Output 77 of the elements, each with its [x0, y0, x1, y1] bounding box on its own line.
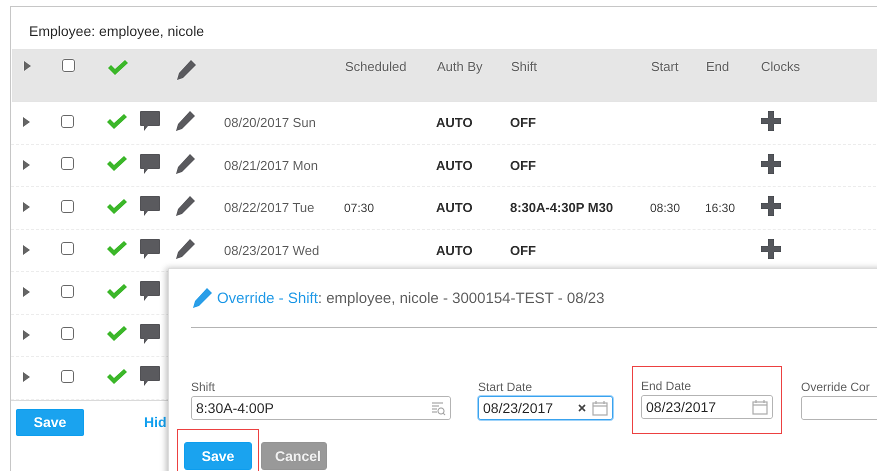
row-checkbox[interactable]: [61, 157, 74, 170]
save-button[interactable]: Save: [16, 408, 84, 436]
row-checkbox[interactable]: [61, 200, 74, 213]
row-checkbox[interactable]: [61, 242, 74, 256]
auth-cell-text: AUTO: [436, 242, 474, 258]
date-field[interactable]: 08/23/2017: [478, 396, 613, 420]
expand-arrow-icon[interactable]: [23, 330, 30, 340]
column-header: End: [706, 59, 730, 74]
pencil-icon[interactable]: [175, 59, 197, 81]
column-header: Scheduled: [345, 59, 408, 74]
field-label: End Date: [641, 379, 692, 393]
comment-icon[interactable]: [139, 365, 161, 388]
field-label: Start Date: [478, 380, 534, 394]
auth-cell-text: AUTO: [436, 115, 474, 130]
add-icon[interactable]: [760, 152, 782, 175]
comment-icon[interactable]: [139, 152, 161, 175]
expand-arrow-icon[interactable]: [24, 61, 31, 71]
employee-heading: Employee: employee, nicole: [29, 23, 204, 39]
expand-arrow-icon[interactable]: [23, 244, 30, 255]
select-all-checkbox[interactable]: [62, 59, 75, 72]
pencil-icon[interactable]: [174, 110, 196, 132]
date-field[interactable]: 08/23/2017: [641, 395, 773, 419]
start-cell-text: 08:30: [650, 200, 682, 215]
add-icon[interactable]: [760, 110, 782, 132]
comment-icon[interactable]: [139, 195, 161, 218]
shift-cell-text: OFF: [510, 115, 537, 130]
checkmark-icon: [106, 240, 128, 258]
add-icon[interactable]: [760, 195, 782, 218]
comment-icon[interactable]: [139, 238, 161, 260]
row-checkbox[interactable]: [61, 114, 74, 128]
scheduled-cell-text: 07:30: [344, 200, 376, 215]
checkmark-icon: [106, 368, 128, 385]
expand-arrow-icon[interactable]: [23, 117, 30, 128]
save-button[interactable]: Save: [184, 442, 252, 470]
field-label: Override Cor: [801, 380, 871, 394]
date-cell-text: 08/21/2017 Mon: [224, 158, 319, 173]
checkmark-icon: [106, 198, 128, 215]
field-label: Shift: [191, 380, 216, 394]
end-cell-text: 16:30: [705, 200, 736, 215]
row-checkbox[interactable]: [61, 370, 74, 383]
checkmark-icon: [106, 282, 128, 300]
comment-icon[interactable]: [139, 322, 161, 345]
pencil-icon[interactable]: [174, 152, 196, 175]
column-header: Auth By: [437, 59, 484, 74]
expand-arrow-icon[interactable]: [23, 160, 30, 170]
shift-cell-text: OFF: [510, 158, 537, 173]
row-checkbox[interactable]: [61, 327, 74, 340]
dialog-subtitle: : employee, nicole - 3000154-TEST - 08/23: [318, 290, 604, 306]
pencil-icon[interactable]: [174, 195, 196, 218]
shift-cell-text: OFF: [510, 242, 537, 258]
auth-cell-text: AUTO: [436, 158, 474, 173]
shift-cell-text: 8:30A-4:30P M30: [510, 200, 614, 216]
expand-arrow-icon[interactable]: [23, 202, 30, 212]
date-cell-text: 08/22/2017 Tue: [224, 200, 316, 216]
pencil-icon[interactable]: [191, 287, 213, 309]
checkmark-icon: [107, 59, 129, 76]
expand-arrow-icon[interactable]: [23, 287, 30, 298]
comment-icon[interactable]: [139, 280, 161, 302]
column-header: Clocks: [761, 59, 802, 74]
cancel-button[interactable]: Cancel: [261, 442, 327, 470]
pencil-icon[interactable]: [174, 238, 196, 260]
comment-icon[interactable]: [139, 110, 161, 132]
date-cell-text: 08/20/2017 Sun: [224, 115, 317, 130]
column-header: Start: [651, 59, 680, 74]
checkmark-icon: [106, 325, 128, 342]
checkmark-icon: [106, 112, 128, 130]
expand-arrow-icon[interactable]: [23, 372, 30, 382]
auth-cell-text: AUTO: [436, 200, 474, 216]
checkmark-icon: [106, 155, 128, 172]
clear-icon[interactable]: [578, 404, 586, 412]
link[interactable]: Hid: [144, 414, 167, 430]
add-icon[interactable]: [760, 238, 782, 260]
column-header: Shift: [511, 59, 538, 74]
row-checkbox[interactable]: [61, 284, 74, 298]
date-cell-text: 08/23/2017 Wed: [224, 242, 320, 258]
shift-field[interactable]: 8:30A-4:00P: [191, 396, 451, 420]
dialog-title: Override - Shift: [217, 290, 318, 306]
